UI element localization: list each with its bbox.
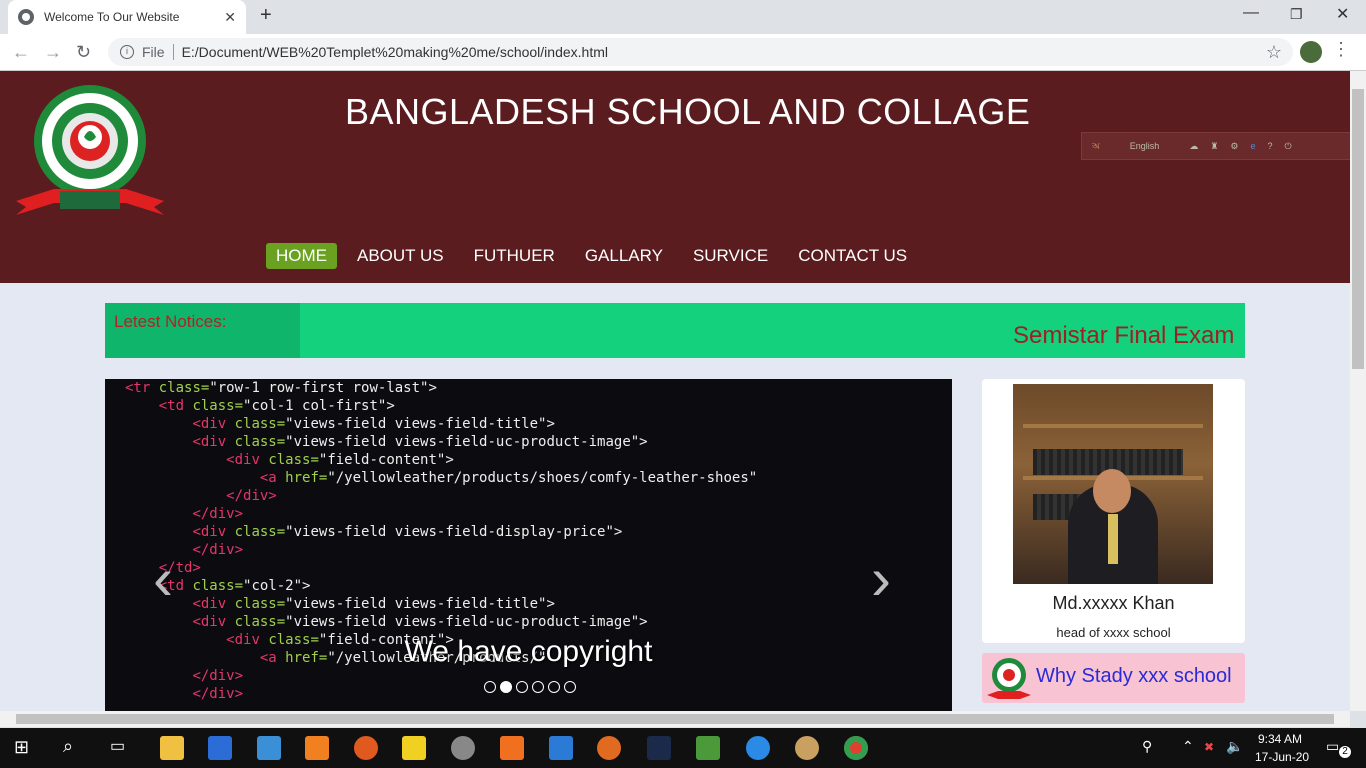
- nav-survice[interactable]: SURVICE: [683, 243, 778, 269]
- close-tab-icon[interactable]: ✕: [224, 9, 236, 26]
- chrome-icon[interactable]: [844, 736, 868, 760]
- slider-dot[interactable]: [564, 681, 576, 693]
- sublime-icon[interactable]: [305, 736, 329, 760]
- head-profile-card: Md.xxxxx Khan head of xxxx school: [982, 379, 1245, 643]
- browser-tab-strip: Welcome To Our Website ✕ + — ❐ ✕: [0, 0, 1366, 34]
- head-title: head of xxxx school: [1056, 625, 1171, 640]
- slider-dot[interactable]: [548, 681, 560, 693]
- slider-next-icon[interactable]: ›: [871, 549, 891, 609]
- new-tab-icon[interactable]: +: [260, 4, 272, 27]
- reload-icon[interactable]: ↻: [76, 42, 91, 63]
- profile-avatar[interactable]: [1300, 41, 1322, 63]
- school-logo-small: [987, 658, 1031, 699]
- firefox-dev-icon[interactable]: [597, 736, 621, 760]
- address-separator: [172, 44, 174, 60]
- task-view-icon[interactable]: ▭: [110, 736, 125, 756]
- image-slider: <tr class="row-1 row-first row-last"> <t…: [105, 379, 952, 711]
- network-icon[interactable]: ✖: [1204, 740, 1214, 754]
- photoshop-icon[interactable]: [647, 736, 671, 760]
- app-icon[interactable]: [257, 736, 281, 760]
- xampp-icon[interactable]: [500, 736, 524, 760]
- store-icon[interactable]: [208, 736, 232, 760]
- notice-label: Letest Notices:: [105, 303, 300, 358]
- horizontal-scrollbar[interactable]: [0, 711, 1350, 727]
- notice-text[interactable]: Semistar Final Exam: [1013, 322, 1234, 350]
- why-card[interactable]: Why Stady xxx school: [982, 653, 1245, 703]
- windows-start-icon[interactable]: ⊞: [14, 737, 29, 758]
- slider-dot[interactable]: [484, 681, 496, 693]
- volume-icon[interactable]: 🔈: [1226, 738, 1243, 755]
- maximize-icon[interactable]: ❐: [1290, 6, 1303, 23]
- forward-icon[interactable]: →: [44, 42, 62, 63]
- language-select[interactable]: English: [1130, 141, 1160, 151]
- browser-toolbar: ← → ↻ i File E:/Document/WEB%20Templet%2…: [0, 34, 1366, 71]
- nav-home[interactable]: HOME: [266, 243, 337, 269]
- address-url[interactable]: E:/Document/WEB%20Templet%20making%20me/…: [182, 44, 608, 60]
- notification-icon[interactable]: ▭: [1326, 738, 1339, 755]
- clock-time[interactable]: 9:34 AM: [1258, 732, 1302, 746]
- minimize-icon[interactable]: —: [1243, 4, 1259, 22]
- file-explorer-icon[interactable]: [160, 736, 184, 760]
- windows-taskbar: ⊞ ⌕ ▭ ⚲ ⌃ ✖ 🔈 9:34 AM 17-Jun-20 ▭ 2: [0, 728, 1366, 768]
- translate-toolbar[interactable]: অ English ☁ ♜ ⚙ e ? ⏻: [1081, 132, 1350, 160]
- ie-icon[interactable]: e: [1250, 141, 1255, 151]
- head-photo: [1013, 384, 1213, 584]
- notice-bar: Letest Notices: Semistar Final Exam: [105, 303, 1245, 358]
- notice-marquee: Semistar Final Exam: [300, 303, 1245, 358]
- info-icon[interactable]: i: [120, 45, 134, 59]
- vscode-icon[interactable]: [549, 736, 573, 760]
- slider-dot[interactable]: [532, 681, 544, 693]
- why-link[interactable]: Why Stady xxx school: [1036, 665, 1232, 688]
- power-icon[interactable]: ⏻: [1285, 141, 1292, 152]
- people-icon[interactable]: ⚲: [1142, 738, 1152, 755]
- horizontal-scroll-thumb[interactable]: [16, 714, 1334, 724]
- firefox-icon[interactable]: [354, 736, 378, 760]
- bookmark-star-icon[interactable]: ☆: [1266, 42, 1282, 63]
- slider-indicators: [484, 681, 576, 693]
- bangla-icon[interactable]: অ: [1092, 139, 1100, 154]
- head-name: Md.xxxxx Khan: [1052, 593, 1175, 613]
- chevron-up-icon[interactable]: ⌃: [1182, 738, 1194, 755]
- help-icon[interactable]: ?: [1268, 141, 1273, 151]
- clock-date[interactable]: 17-Jun-20: [1255, 750, 1309, 764]
- site-header: BANGLADESH SCHOOL AND COLLAGE অ English …: [0, 71, 1350, 283]
- nav-contact-us[interactable]: CONTACT US: [788, 243, 917, 269]
- school-logo: [16, 85, 164, 215]
- vertical-scroll-thumb[interactable]: [1352, 89, 1364, 369]
- menu-icon[interactable]: ⋮: [1332, 39, 1350, 60]
- paint-icon[interactable]: [795, 736, 819, 760]
- main-nav: HOME ABOUT US FUTHUER GALLARY SURVICE CO…: [266, 243, 927, 269]
- close-window-icon[interactable]: ✕: [1336, 4, 1349, 24]
- notification-count: 2: [1339, 746, 1351, 758]
- globe-icon: [18, 9, 34, 25]
- address-bar[interactable]: i File E:/Document/WEB%20Templet%20makin…: [108, 38, 1293, 66]
- nav-gallary[interactable]: GALLARY: [575, 243, 673, 269]
- slider-dot-active[interactable]: [500, 681, 512, 693]
- browser-tab[interactable]: Welcome To Our Website ✕: [8, 0, 246, 34]
- gear-icon[interactable]: ⚙: [1230, 141, 1238, 152]
- slider-prev-icon[interactable]: ‹: [153, 549, 173, 609]
- site-title: BANGLADESH SCHOOL AND COLLAGE: [345, 91, 1031, 132]
- nav-futhuer[interactable]: FUTHUER: [464, 243, 565, 269]
- search-icon[interactable]: ⌕: [63, 736, 73, 757]
- chess-icon[interactable]: ♜: [1210, 141, 1218, 152]
- satellite-icon[interactable]: [451, 736, 475, 760]
- address-scheme: File: [142, 44, 165, 60]
- spreadsheet-icon[interactable]: [696, 736, 720, 760]
- sync-icon[interactable]: [746, 736, 770, 760]
- page-viewport: BANGLADESH SCHOOL AND COLLAGE অ English …: [0, 71, 1350, 711]
- back-icon[interactable]: ←: [12, 42, 30, 63]
- tab-title: Welcome To Our Website: [44, 10, 180, 24]
- player-icon[interactable]: [402, 736, 426, 760]
- nav-about-us[interactable]: ABOUT US: [347, 243, 454, 269]
- cloud-icon[interactable]: ☁: [1189, 141, 1198, 152]
- slide-caption: We have copyright: [404, 635, 653, 668]
- slider-dot[interactable]: [516, 681, 528, 693]
- vertical-scrollbar[interactable]: [1350, 71, 1366, 711]
